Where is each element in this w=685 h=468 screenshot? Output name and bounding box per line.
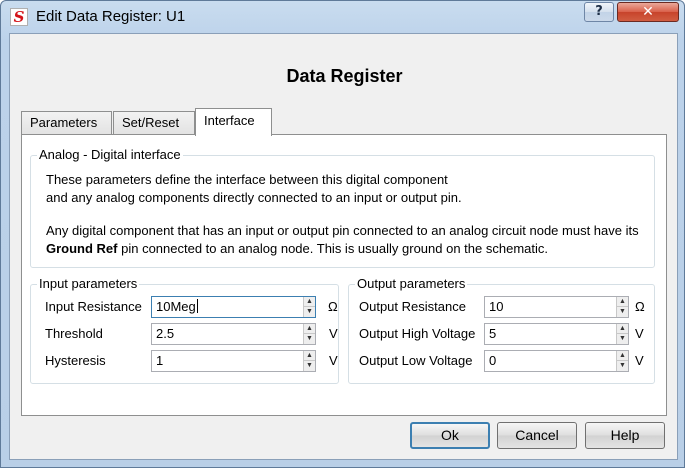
window-title: Edit Data Register: U1	[36, 8, 186, 25]
threshold-field[interactable]: 2.5 ▲ ▼	[151, 323, 316, 345]
close-icon[interactable]: ✕	[617, 2, 679, 22]
spin-buttons: ▲ ▼	[303, 324, 315, 344]
output-high-voltage-field[interactable]: 5 ▲ ▼	[484, 323, 629, 345]
spin-down-icon[interactable]: ▼	[616, 361, 628, 371]
hysteresis-label: Hysteresis	[45, 353, 106, 368]
unit-label: Ω	[635, 299, 645, 314]
input-parameters-group: Input parameters Input Resistance 10Meg …	[30, 276, 339, 384]
threshold-label: Threshold	[45, 326, 103, 341]
tab-interface[interactable]: Interface	[195, 108, 272, 136]
dialog-window: S Edit Data Register: U1 ? ✕ Data Regist…	[0, 0, 685, 468]
spin-buttons: ▲ ▼	[616, 297, 628, 317]
field-value: 0	[489, 353, 497, 368]
title-bar[interactable]: S Edit Data Register: U1 ? ✕	[1, 1, 684, 33]
help-icon[interactable]: ?	[584, 2, 614, 22]
spin-down-icon[interactable]: ▼	[616, 334, 628, 344]
group-legend: Input parameters	[37, 276, 140, 291]
spin-down-icon[interactable]: ▼	[303, 334, 315, 344]
unit-label: V	[635, 326, 644, 341]
analog-digital-group: Analog - Digital interface These paramet…	[30, 147, 655, 268]
input-resistance-label: Input Resistance	[45, 299, 142, 314]
cancel-button[interactable]: Cancel	[497, 422, 577, 449]
field-value: 10	[489, 299, 504, 314]
spin-up-icon[interactable]: ▲	[616, 351, 628, 361]
app-icon: S	[10, 8, 28, 26]
help-button[interactable]: Help	[585, 422, 665, 449]
output-high-voltage-label: Output High Voltage	[359, 326, 476, 341]
spin-up-icon[interactable]: ▲	[303, 351, 315, 361]
description-line: These parameters define the interface be…	[46, 172, 448, 187]
field-value: 2.5	[156, 326, 175, 341]
input-resistance-field[interactable]: 10Meg ▲ ▼	[151, 296, 316, 318]
spin-up-icon[interactable]: ▲	[303, 324, 315, 334]
tab-set-reset[interactable]: Set/Reset	[113, 111, 195, 135]
field-value: 10Meg	[156, 299, 198, 314]
spin-down-icon[interactable]: ▼	[303, 361, 315, 371]
dialog-heading: Data Register	[286, 66, 403, 86]
output-low-voltage-field[interactable]: 0 ▲ ▼	[484, 350, 629, 372]
description-text: pin connected to an analog node. This is…	[117, 241, 548, 256]
spin-down-icon[interactable]: ▼	[303, 307, 315, 317]
output-low-voltage-label: Output Low Voltage	[359, 353, 473, 368]
description-line: Any digital component that has an input …	[46, 223, 639, 238]
output-parameters-group: Output parameters Output Resistance 10 ▲…	[348, 276, 655, 384]
spin-buttons: ▲ ▼	[616, 324, 628, 344]
hysteresis-field[interactable]: 1 ▲ ▼	[151, 350, 316, 372]
description-line: and any analog components directly conne…	[46, 190, 462, 205]
output-resistance-label: Output Resistance	[359, 299, 466, 314]
spin-up-icon[interactable]: ▲	[616, 324, 628, 334]
unit-label: Ω	[328, 299, 338, 314]
description-line: Ground Ref pin connected to an analog no…	[46, 240, 639, 258]
spin-buttons: ▲ ▼	[303, 351, 315, 371]
interface-tab-panel: Analog - Digital interface These paramet…	[21, 134, 667, 416]
group-legend: Analog - Digital interface	[37, 147, 183, 162]
description-paragraph-1: These parameters define the interface be…	[46, 171, 462, 207]
description-paragraph-2: Any digital component that has an input …	[46, 222, 639, 258]
spin-buttons: ▲ ▼	[303, 297, 315, 317]
output-resistance-field[interactable]: 10 ▲ ▼	[484, 296, 629, 318]
spin-up-icon[interactable]: ▲	[616, 297, 628, 307]
field-value: 1	[156, 353, 164, 368]
dialog-client-area: Data Register Parameters Set/Reset Inter…	[9, 33, 678, 460]
ground-ref-emphasis: Ground Ref	[46, 241, 118, 256]
unit-label: V	[329, 326, 338, 341]
ok-button[interactable]: Ok	[410, 422, 490, 449]
field-value: 5	[489, 326, 497, 341]
spin-up-icon[interactable]: ▲	[303, 297, 315, 307]
unit-label: V	[635, 353, 644, 368]
spin-down-icon[interactable]: ▼	[616, 307, 628, 317]
group-legend: Output parameters	[355, 276, 468, 291]
unit-label: V	[329, 353, 338, 368]
tab-parameters[interactable]: Parameters	[21, 111, 112, 135]
spin-buttons: ▲ ▼	[616, 351, 628, 371]
